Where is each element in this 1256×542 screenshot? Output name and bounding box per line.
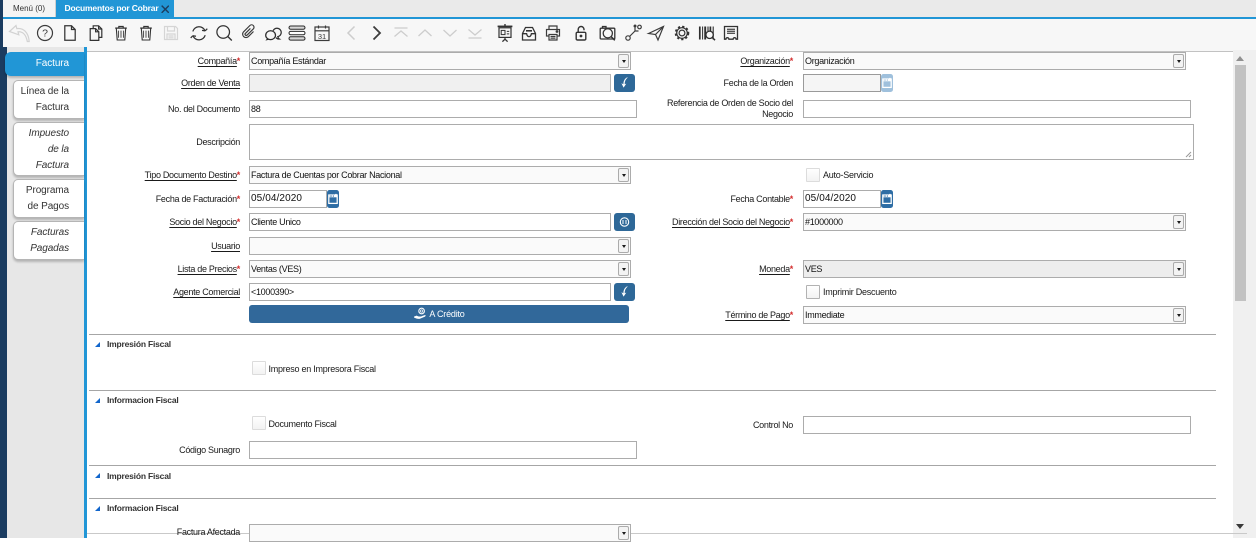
svg-text:31: 31 [318,32,326,41]
svg-text:?: ? [42,28,48,40]
